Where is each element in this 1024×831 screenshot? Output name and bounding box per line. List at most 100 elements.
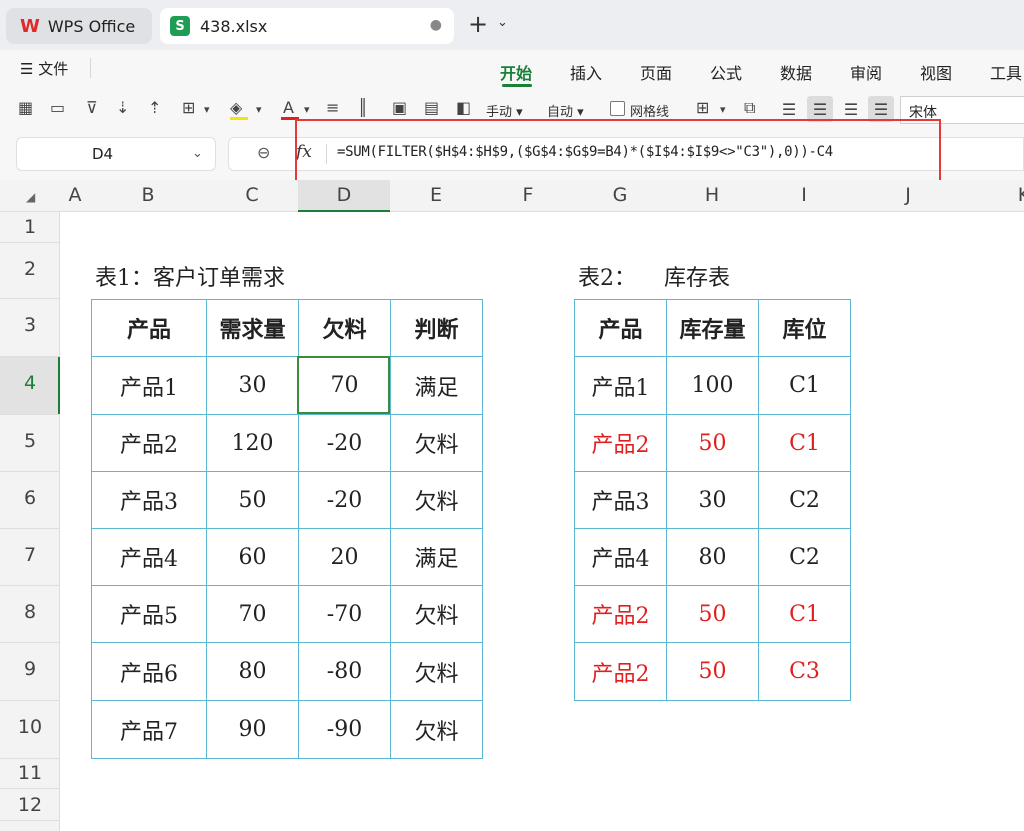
table-cell[interactable]: -20 <box>298 414 391 472</box>
ribbon-tab-review[interactable]: 审阅 <box>850 60 882 84</box>
column-header-a[interactable]: A <box>60 184 90 206</box>
file-menu-button[interactable]: ☰ 文件 <box>20 58 68 79</box>
table-cell[interactable]: 60 <box>206 528 299 586</box>
sort-ascending-icon[interactable]: ⇣ <box>116 98 129 117</box>
table-cell[interactable]: 产品2 <box>574 585 667 643</box>
table-header-cell[interactable]: 库位 <box>758 299 851 357</box>
table-cell[interactable]: 产品3 <box>574 471 667 529</box>
row-header-5[interactable]: 5 <box>0 430 60 452</box>
table-cell[interactable]: C1 <box>758 356 851 415</box>
filter-icon[interactable]: ⊽ <box>86 98 98 117</box>
row-header-1[interactable]: 1 <box>0 216 60 238</box>
table-cell[interactable]: 产品2 <box>91 414 207 472</box>
unsaved-dot-icon[interactable]: ● <box>430 17 442 33</box>
table-cell[interactable]: 50 <box>666 414 759 472</box>
table-cell[interactable]: 产品7 <box>91 700 207 759</box>
table-cell[interactable]: 欠料 <box>390 471 483 529</box>
zoom-icon[interactable]: ⊖ <box>257 143 270 162</box>
row-header-12[interactable]: 12 <box>0 794 60 816</box>
column-header-f[interactable]: F <box>482 184 574 206</box>
table-cell[interactable]: 满足 <box>390 528 483 586</box>
table-cell[interactable]: -90 <box>298 700 391 759</box>
merge-cells-icon[interactable]: ▣ <box>392 98 407 117</box>
column-header-i[interactable]: I <box>758 184 850 206</box>
ribbon-tab-data[interactable]: 数据 <box>780 60 812 84</box>
table-style-icon[interactable]: ⊞ <box>696 98 709 117</box>
freeze-panes-icon[interactable]: ◧ <box>456 98 471 117</box>
fill-mode-dropdown[interactable]: 手动 ▾ <box>486 101 523 120</box>
table-cell[interactable]: 30 <box>666 471 759 529</box>
font-color-icon[interactable]: A <box>283 98 294 117</box>
table-cell[interactable]: 产品1 <box>91 356 207 415</box>
table-cell[interactable]: 产品4 <box>91 528 207 586</box>
column-header-e[interactable]: E <box>390 184 482 206</box>
row-header-4[interactable]: 4 <box>0 372 60 394</box>
table-header-cell[interactable]: 产品 <box>91 299 207 357</box>
table-header-cell[interactable]: 判断 <box>390 299 483 357</box>
name-box[interactable] <box>16 137 216 171</box>
table-cell[interactable]: C2 <box>758 528 851 586</box>
ribbon-tab-view[interactable]: 视图 <box>920 60 952 84</box>
ribbon-tab-formula[interactable]: 公式 <box>710 60 742 84</box>
table-cell[interactable]: 50 <box>666 585 759 643</box>
row-header-8[interactable]: 8 <box>0 601 60 623</box>
table-cell[interactable]: 120 <box>206 414 299 472</box>
row-header-11[interactable]: 11 <box>0 762 60 784</box>
column-header-c[interactable]: C <box>206 184 298 206</box>
gridlines-checkbox[interactable] <box>610 101 625 116</box>
clipboard-icon[interactable]: ▭ <box>50 98 65 117</box>
borders-dropdown-icon[interactable]: ▾ <box>204 103 210 116</box>
table-cell[interactable]: 产品6 <box>91 642 207 701</box>
ribbon-tab-insert[interactable]: 插入 <box>570 60 602 84</box>
column-header-h[interactable]: H <box>666 184 758 206</box>
insert-row-icon[interactable]: ≡ <box>326 98 339 117</box>
table-cell[interactable]: 欠料 <box>390 700 483 759</box>
table-header-cell[interactable]: 需求量 <box>206 299 299 357</box>
select-all-corner-icon[interactable]: ◢ <box>26 190 35 204</box>
table-cell[interactable]: 欠料 <box>390 642 483 701</box>
insert-column-icon[interactable]: ║ <box>358 98 368 117</box>
table-cell[interactable]: 50 <box>666 642 759 701</box>
table-cell[interactable]: 20 <box>298 528 391 586</box>
new-tab-button[interactable]: + <box>468 10 488 38</box>
ribbon-tab-tools[interactable]: 工具 <box>990 60 1022 84</box>
ribbon-tab-page[interactable]: 页面 <box>640 60 672 84</box>
row-header-3[interactable]: 3 <box>0 314 60 336</box>
tab-dropdown-icon[interactable]: ⌄ <box>497 15 508 30</box>
table-cell[interactable]: 欠料 <box>390 585 483 643</box>
table-cell[interactable]: C3 <box>758 642 851 701</box>
table-cell[interactable]: -70 <box>298 585 391 643</box>
table-cell[interactable]: 70 <box>206 585 299 643</box>
table-header-cell[interactable]: 库存量 <box>666 299 759 357</box>
row-header-9[interactable]: 9 <box>0 658 60 680</box>
table-header-cell[interactable]: 产品 <box>574 299 667 357</box>
table-header-cell[interactable]: 欠料 <box>298 299 391 357</box>
table-cell[interactable]: 100 <box>666 356 759 415</box>
table-cell[interactable]: 产品2 <box>574 642 667 701</box>
ribbon-tab-home[interactable]: 开始 <box>500 60 532 84</box>
table-cell[interactable]: 欠料 <box>390 414 483 472</box>
table-cell[interactable]: 80 <box>666 528 759 586</box>
column-header-j[interactable]: J <box>850 184 966 206</box>
table-cell[interactable]: -20 <box>298 471 391 529</box>
table-cell[interactable]: 30 <box>206 356 299 415</box>
column-header-k[interactable]: K <box>1004 184 1024 206</box>
table-cell[interactable]: C1 <box>758 585 851 643</box>
row-header-10[interactable]: 10 <box>0 716 60 738</box>
sort-descending-icon[interactable]: ⇡ <box>148 98 161 117</box>
row-header-7[interactable]: 7 <box>0 544 60 566</box>
paste-special-icon[interactable]: ▦ <box>18 98 33 117</box>
borders-icon[interactable]: ⊞ <box>182 98 195 117</box>
table-cell[interactable]: 产品3 <box>91 471 207 529</box>
auto-dropdown[interactable]: 自动 ▾ <box>547 101 584 120</box>
font-color-dropdown-icon[interactable]: ▾ <box>304 103 310 116</box>
fill-color-icon[interactable]: ◈ <box>230 98 242 117</box>
row-header-2[interactable]: 2 <box>0 258 60 280</box>
table-cell[interactable]: 50 <box>206 471 299 529</box>
table-cell[interactable]: -80 <box>298 642 391 701</box>
wrap-text-icon[interactable]: ▤ <box>424 98 439 117</box>
tab-file-438[interactable]: S 438.xlsx ● <box>160 8 454 44</box>
format-painter-icon[interactable]: ⧉ <box>744 98 755 118</box>
table-cell[interactable]: 产品5 <box>91 585 207 643</box>
table-cell[interactable]: 产品4 <box>574 528 667 586</box>
